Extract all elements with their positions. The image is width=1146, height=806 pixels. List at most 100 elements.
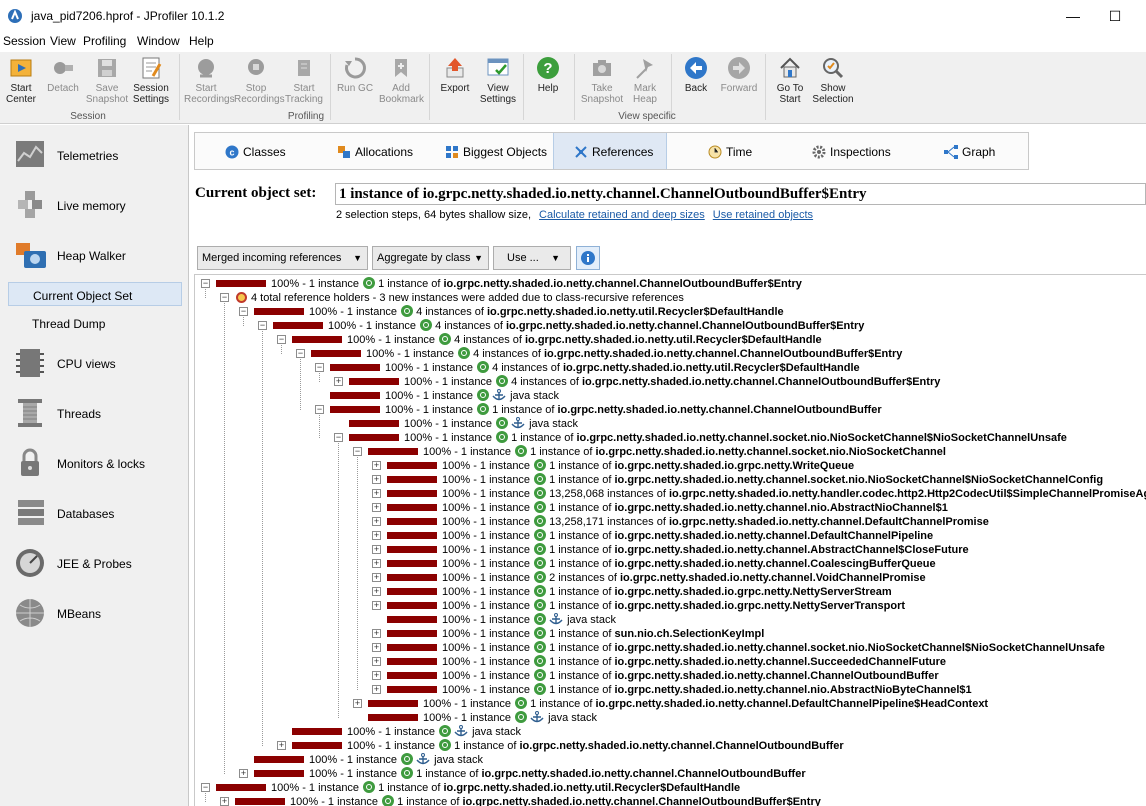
start-tracking-button[interactable]: Start Tracking <box>282 54 326 105</box>
sidebar-item-live-memory[interactable]: Live memory <box>14 185 184 225</box>
class-name: io.grpc.netty.shaded.io.netty.channel.ni… <box>614 502 948 514</box>
expand-icon[interactable]: + <box>372 503 381 512</box>
collapse-icon[interactable]: − <box>315 405 324 414</box>
collapse-icon[interactable]: − <box>334 433 343 442</box>
expand-icon[interactable]: + <box>334 377 343 386</box>
sidebar-item-cpu-views[interactable]: CPU views <box>14 343 184 383</box>
expand-icon[interactable]: + <box>239 769 248 778</box>
instance-icon <box>534 571 547 583</box>
run-gc-button[interactable]: Run GC <box>333 54 377 94</box>
use-retained-objects-link[interactable]: Use retained objects <box>713 209 813 221</box>
menu-profiling[interactable]: Profiling <box>83 34 126 48</box>
collapse-icon[interactable]: − <box>315 363 324 372</box>
menu-view[interactable]: View <box>50 34 76 48</box>
expand-icon[interactable]: + <box>277 741 286 750</box>
session-settings-button[interactable]: Session Settings <box>129 54 173 105</box>
jprofiler-app-icon <box>8 9 22 23</box>
calculate-retained-link[interactable]: Calculate retained and deep sizes <box>539 209 705 221</box>
aggregate-dropdown[interactable]: Aggregate by class ▼ <box>372 246 489 270</box>
tab-references[interactable]: References <box>553 133 667 169</box>
expand-icon[interactable]: + <box>372 559 381 568</box>
reference-tree[interactable]: − 100% - 1 instance 1 instance of io.grpc.… <box>194 274 1146 806</box>
current-object-set-field[interactable]: 1 instance of io.grpc.netty.shaded.io.ne… <box>335 183 1146 205</box>
start-recordings-button[interactable]: Start Recordings <box>184 54 235 105</box>
sidebar-item-thread-dump[interactable]: Thread Dump <box>8 311 182 335</box>
mark-heap-button[interactable]: Mark Heap <box>623 54 667 105</box>
menu-session[interactable]: Session <box>3 34 46 48</box>
info-button[interactable] <box>576 246 600 270</box>
tab-graph[interactable]: Graph <box>944 133 995 169</box>
expand-icon[interactable]: + <box>372 517 381 526</box>
detach-button[interactable]: Detach <box>41 54 85 94</box>
stop-recordings-button[interactable]: Stop Recordings <box>234 54 285 105</box>
percentage-text: 100% - 1 instance <box>442 460 531 472</box>
sidebar-item-jee-probes[interactable]: JEE & Probes <box>14 543 184 583</box>
view-settings-button[interactable]: View Settings <box>476 54 520 105</box>
chevron-down-icon: ▼ <box>551 253 560 263</box>
maximize-button[interactable]: ☐ <box>1092 4 1138 28</box>
expand-icon[interactable]: + <box>372 545 381 554</box>
sidebar-item-threads[interactable]: Threads <box>14 393 184 433</box>
tab-classes[interactable]: c Classes <box>225 133 286 169</box>
take-snapshot-button[interactable]: Take Snapshot <box>580 54 624 105</box>
expand-icon[interactable]: + <box>372 671 381 680</box>
tree-row-text: 1 instance of <box>549 684 615 696</box>
add-bookmark-button[interactable]: Add Bookmark <box>379 54 424 105</box>
expand-icon[interactable]: + <box>353 699 362 708</box>
reference-holders-icon <box>236 292 247 303</box>
expand-icon[interactable]: + <box>372 461 381 470</box>
expand-icon[interactable]: + <box>372 629 381 638</box>
reference-mode-dropdown[interactable]: Merged incoming references ▼ <box>197 246 368 270</box>
expand-icon[interactable]: + <box>372 489 381 498</box>
minimize-button[interactable]: — <box>1050 4 1096 28</box>
tree-row-text: 13,258,068 instances of <box>549 488 669 500</box>
go-to-start-button[interactable]: Go To Start <box>768 54 812 105</box>
expand-icon[interactable]: + <box>372 587 381 596</box>
start-center-button[interactable]: Start Center <box>0 54 43 105</box>
expand-icon[interactable]: + <box>372 531 381 540</box>
collapse-icon[interactable]: − <box>201 783 210 792</box>
export-button[interactable]: Export <box>433 54 477 94</box>
expand-icon[interactable]: + <box>372 685 381 694</box>
sidebar-item-databases[interactable]: Databases <box>14 493 184 533</box>
tab-inspections[interactable]: Inspections <box>812 133 891 169</box>
collapse-icon[interactable]: − <box>296 349 305 358</box>
collapse-icon[interactable]: − <box>220 293 229 302</box>
sidebar-item-monitors-locks[interactable]: Monitors & locks <box>14 443 184 483</box>
collapse-icon[interactable]: − <box>353 447 362 456</box>
help-button[interactable]: ? Help <box>526 54 570 94</box>
collapse-icon[interactable]: − <box>258 321 267 330</box>
expand-icon[interactable]: + <box>372 643 381 652</box>
help-icon: ? <box>537 57 559 79</box>
class-name: io.grpc.netty.shaded.io.netty.channel.Ab… <box>614 544 969 556</box>
anchor-icon <box>416 753 430 765</box>
show-selection-button[interactable]: Show Selection <box>811 54 855 105</box>
start-recordings-icon <box>198 59 214 78</box>
sidebar-item-current-object-set[interactable]: Current Object Set <box>8 282 182 306</box>
save-snapshot-button[interactable]: Save Snapshot <box>85 54 129 105</box>
sidebar-item-heap-walker[interactable]: Heap Walker <box>14 235 184 275</box>
expand-icon[interactable]: + <box>372 657 381 666</box>
collapse-icon[interactable]: − <box>239 307 248 316</box>
tab-allocations[interactable]: Allocations <box>337 133 413 169</box>
expand-icon[interactable]: + <box>372 601 381 610</box>
use-dropdown-button[interactable]: Use ... ▼ <box>493 246 571 270</box>
collapse-icon[interactable]: − <box>277 335 286 344</box>
class-name: io.grpc.netty.shaded.io.netty.channel.De… <box>668 516 989 528</box>
tab-time[interactable]: Time <box>708 133 752 169</box>
menu-help[interactable]: Help <box>189 34 214 48</box>
sidebar-item-mbeans[interactable]: MBeans <box>14 593 184 633</box>
percentage-text: 100% - 1 instance <box>347 740 436 752</box>
graph-icon <box>944 145 958 159</box>
menu-bar: Session View Profiling Window Help <box>0 32 1146 52</box>
forward-button[interactable]: Forward <box>717 54 761 94</box>
back-button[interactable]: Back <box>674 54 718 94</box>
expand-icon[interactable]: + <box>372 573 381 582</box>
collapse-icon[interactable]: − <box>201 279 210 288</box>
expand-icon[interactable]: + <box>372 475 381 484</box>
instance-icon <box>534 669 547 681</box>
menu-window[interactable]: Window <box>137 34 180 48</box>
sidebar-item-telemetries[interactable]: Telemetries <box>14 135 184 175</box>
tab-biggest-objects[interactable]: Biggest Objects <box>445 133 547 169</box>
expand-icon[interactable]: + <box>220 797 229 806</box>
